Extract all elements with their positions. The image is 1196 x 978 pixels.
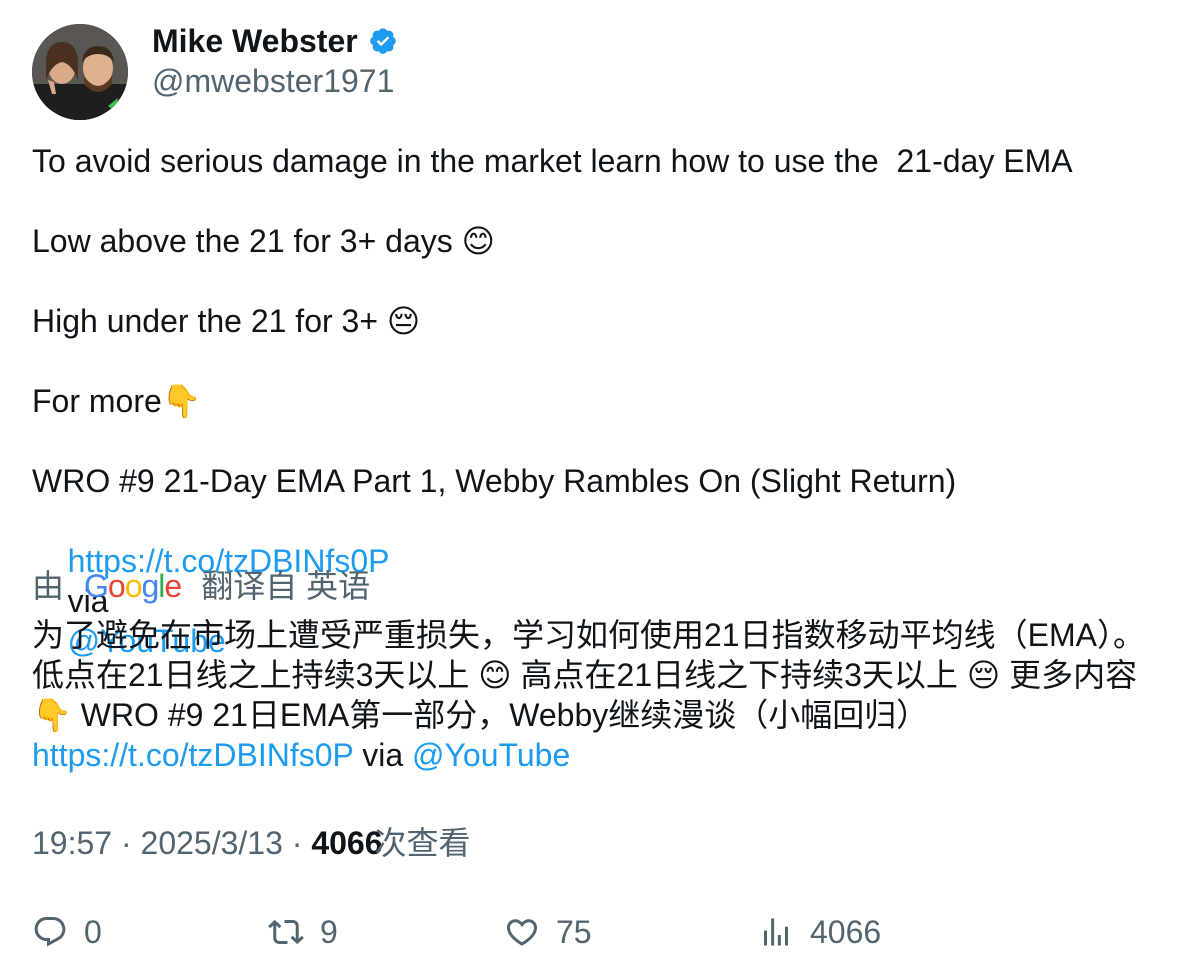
- tweet-time[interactable]: 19:57: [32, 825, 112, 861]
- tweet-line: Low above the 21 for 3+ days 😊: [32, 223, 495, 259]
- reply-icon: [34, 917, 66, 947]
- translation-suffix: 翻译自 英语: [201, 568, 371, 604]
- translated-link[interactable]: https://t.co/tzDBINfs0P: [32, 737, 353, 773]
- repost-count: 9: [320, 914, 338, 950]
- avatar[interactable]: [32, 24, 128, 120]
- heart-icon: [506, 919, 538, 946]
- views-button[interactable]: 4066: [758, 908, 881, 956]
- tweet-line: WRO #9 21-Day EMA Part 1, Webby Rambles …: [32, 463, 957, 499]
- repost-button[interactable]: 9: [268, 908, 338, 956]
- tweet-meta: 19:57 · 2025/3/13 · 4066次查看: [32, 823, 471, 863]
- youtube-mention[interactable]: @YouTube: [412, 737, 570, 773]
- via-text: via: [362, 737, 404, 773]
- views-count: 4066: [810, 914, 882, 950]
- translation-attribution: 由 Google 翻译自 英语: [32, 566, 370, 606]
- tweet-date[interactable]: 2025/3/13: [141, 825, 283, 861]
- analytics-icon: [764, 918, 788, 946]
- translated-text: 为了避免在市场上遭受严重损失，学习如何使用21日指数移动平均线（EMA）。低点在…: [32, 615, 1172, 775]
- like-button[interactable]: 75: [504, 908, 592, 956]
- view-count: 4066: [311, 825, 383, 861]
- google-logo[interactable]: Google: [84, 566, 182, 606]
- translated-body: 为了避免在市场上遭受严重损失，学习如何使用21日指数移动平均线（EMA）。低点在…: [32, 617, 1145, 733]
- author-handle[interactable]: @mwebster1971: [152, 62, 394, 100]
- like-count: 75: [556, 914, 592, 950]
- view-label: 次查看: [374, 825, 471, 861]
- tweet-line: To avoid serious damage in the market le…: [32, 143, 1073, 179]
- action-bar: 0 9 75 4066: [32, 908, 1172, 956]
- tweet-line: For more👇: [32, 383, 202, 419]
- tweet-line: High under the 21 for 3+ 😔: [32, 303, 421, 339]
- meta-separator: ·: [291, 825, 303, 861]
- verified-badge-icon[interactable]: [368, 26, 398, 56]
- author-name[interactable]: Mike Webster: [152, 22, 358, 60]
- reply-count: 0: [84, 914, 102, 950]
- reply-button[interactable]: 0: [32, 908, 102, 956]
- repost-icon: [268, 919, 304, 945]
- translation-prefix: 由: [32, 568, 65, 604]
- avatar-photo-icon: [32, 24, 128, 120]
- meta-separator: ·: [120, 825, 132, 861]
